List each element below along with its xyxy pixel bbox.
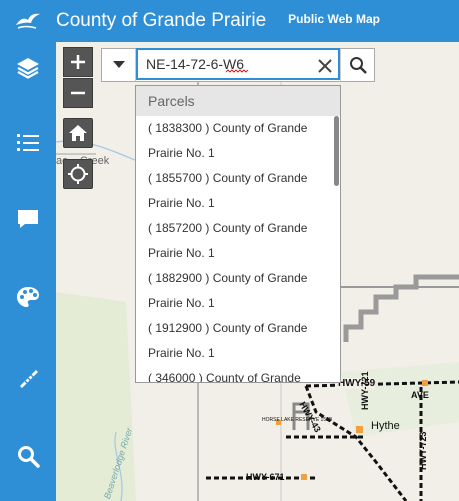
- search-icon: [18, 446, 40, 468]
- hwy671-label: HWY-671: [246, 472, 285, 482]
- spellcheck-underline: [226, 69, 248, 73]
- measure-button[interactable]: [0, 353, 56, 403]
- suggestion-item[interactable]: ( 1857200 ) County of Grande Prairie No.…: [136, 216, 340, 266]
- measure-ruler-icon: [20, 370, 38, 388]
- comment-button[interactable]: [0, 194, 56, 244]
- search-icon: [349, 57, 367, 74]
- basemap-button[interactable]: [0, 272, 56, 322]
- plus-icon: [71, 55, 85, 69]
- locate-button[interactable]: [63, 159, 93, 189]
- legend-button[interactable]: [0, 118, 56, 168]
- app-subtitle: Public Web Map: [288, 12, 380, 26]
- search-tool-button[interactable]: [0, 431, 56, 481]
- layers-icon: [17, 58, 39, 79]
- search-submit-button[interactable]: [340, 49, 374, 81]
- suggestion-item[interactable]: ( 1838300 ) County of Grande Prairie No.…: [136, 116, 340, 166]
- suggestion-group-header: Parcels: [136, 86, 340, 116]
- basemap-palette-icon: [17, 287, 39, 307]
- comment-icon: [18, 210, 38, 228]
- reserve-label: HORSE LAKE RESERVE 152B: [262, 417, 333, 423]
- hwy723-label: HWY-723: [418, 431, 428, 470]
- hythe-label: Hythe: [371, 420, 400, 432]
- app-title: County of Grande Prairie: [56, 10, 267, 31]
- locate-crosshair-icon: [68, 164, 88, 184]
- minus-icon: [71, 91, 85, 95]
- legend-list-icon: [17, 134, 39, 151]
- search-input[interactable]: NE-14-72-6-W6: [136, 48, 340, 80]
- suggestion-item[interactable]: ( 1912900 ) County of Grande Prairie No.…: [136, 316, 340, 366]
- home-button[interactable]: [63, 118, 93, 148]
- suggestion-item[interactable]: ( 346000 ) County of Grande: [136, 366, 340, 382]
- zoom-out-button[interactable]: [63, 78, 93, 108]
- sidebar: [0, 42, 56, 501]
- app-header: County of Grande Prairie Public Web Map: [0, 0, 459, 42]
- search-source-dropdown[interactable]: [102, 49, 136, 81]
- county-logo: [0, 0, 56, 42]
- search-widget: NE-14-72-6-W6: [101, 48, 375, 82]
- zoom-in-button[interactable]: [63, 47, 93, 77]
- suggestion-item[interactable]: ( 1855700 ) County of Grande Prairie No.…: [136, 166, 340, 216]
- home-icon: [69, 125, 87, 141]
- suggestion-item[interactable]: ( 1882900 ) County of Grande Prairie No.…: [136, 266, 340, 316]
- caret-down-icon: [112, 61, 125, 68]
- hwy721-label: HWY-721: [360, 371, 370, 410]
- suggestions-scrollbar[interactable]: [334, 116, 339, 186]
- clear-icon[interactable]: [316, 57, 334, 75]
- ave-label: AVE: [411, 390, 429, 400]
- search-suggestions: Parcels ( 1838300 ) County of Grande Pra…: [135, 85, 341, 383]
- layers-button[interactable]: [0, 43, 56, 93]
